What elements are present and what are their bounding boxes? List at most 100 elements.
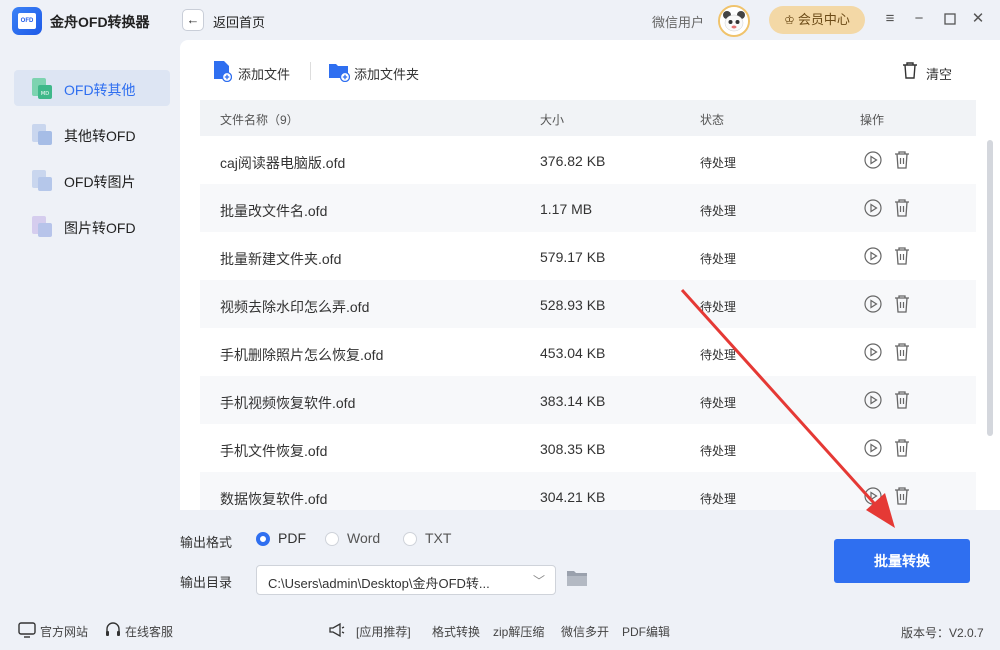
file-name: 数据恢复软件.ofd	[220, 491, 328, 507]
column-header-actions: 操作	[860, 113, 885, 127]
app-title: 金舟OFD转换器	[50, 14, 150, 30]
file-status: 待处理	[700, 204, 737, 218]
headset-icon	[106, 622, 120, 636]
table-row[interactable]: 视频去除水印怎么弄.ofd 528.93 KB 待处理	[200, 280, 976, 328]
minimize-icon[interactable]: −	[909, 9, 929, 29]
user-name[interactable]: 微信用户	[652, 12, 704, 31]
title-bar: OFD 金舟OFD转换器 ← 返回首页 微信用户 ♔ 会员中心 ≡ − ✕	[0, 0, 1000, 40]
delete-icon[interactable]	[893, 198, 911, 218]
sidebar-item-label: OFD转图片	[64, 174, 136, 190]
delete-icon[interactable]	[893, 438, 911, 458]
crown-icon: ♔	[784, 13, 795, 27]
file-name: 批量改文件名.ofd	[220, 203, 328, 219]
delete-icon[interactable]	[893, 294, 911, 314]
file-status: 待处理	[700, 348, 737, 362]
file-size: 308.35 KB	[540, 441, 606, 457]
play-icon[interactable]	[864, 487, 882, 505]
table-row[interactable]: 手机文件恢复.ofd 308.35 KB 待处理	[200, 424, 976, 472]
clear-label: 清空	[926, 67, 953, 82]
file-status: 待处理	[700, 444, 737, 458]
file-name: caj阅读器电脑版.ofd	[220, 155, 346, 171]
format-label-word[interactable]: Word	[347, 530, 380, 546]
play-icon[interactable]	[864, 295, 882, 313]
output-dir-label: 输出目录	[180, 575, 233, 590]
back-home-link[interactable]: 返回首页	[213, 12, 265, 31]
official-site-link[interactable]: 官方网站	[40, 623, 88, 640]
batch-convert-button[interactable]: 批量转换	[834, 539, 970, 583]
table-row[interactable]: 批量新建文件夹.ofd 579.17 KB 待处理	[200, 232, 976, 280]
megaphone-icon	[329, 622, 345, 638]
file-status: 待处理	[700, 492, 737, 506]
chevron-down-icon: ﹀	[533, 574, 546, 588]
format-radio-txt[interactable]	[403, 532, 417, 546]
format-label-txt[interactable]: TXT	[425, 530, 451, 546]
delete-icon[interactable]	[893, 486, 911, 506]
play-icon[interactable]	[864, 151, 882, 169]
scrollbar[interactable]	[987, 140, 993, 436]
delete-icon[interactable]	[893, 246, 911, 266]
table-row[interactable]: 批量改文件名.ofd 1.17 MB 待处理	[200, 184, 976, 232]
footer-link-pdf[interactable]: PDF编辑	[622, 623, 670, 640]
online-service-link[interactable]: 在线客服	[125, 623, 173, 640]
sidebar-item-image-to-ofd[interactable]: 图片转OFD	[14, 208, 170, 244]
app-logo: OFD	[12, 7, 42, 35]
delete-icon[interactable]	[893, 342, 911, 362]
file-name: 手机删除照片怎么恢复.ofd	[220, 347, 384, 363]
close-icon[interactable]: ✕	[968, 9, 988, 29]
file-name: 视频去除水印怎么弄.ofd	[220, 299, 370, 315]
ofd-convert-icon: MD	[32, 78, 52, 99]
format-radio-pdf[interactable]	[256, 532, 270, 546]
sidebar-item-label: OFD转其他	[64, 82, 136, 98]
app-window: OFD 金舟OFD转换器 ← 返回首页 微信用户 ♔ 会员中心 ≡ − ✕ MD…	[0, 0, 1000, 650]
back-arrow-icon[interactable]: ←	[182, 9, 204, 31]
file-convert-icon	[32, 124, 52, 145]
file-size: 376.82 KB	[540, 153, 606, 169]
sidebar-item-label: 其他转OFD	[64, 128, 136, 144]
table-row[interactable]: 手机删除照片怎么恢复.ofd 453.04 KB 待处理	[200, 328, 976, 376]
format-radio-word[interactable]	[325, 532, 339, 546]
sidebar-item-ofd-to-image[interactable]: OFD转图片	[14, 162, 170, 198]
file-list: caj阅读器电脑版.ofd 376.82 KB 待处理 批量改文件名.ofd 1.17 …	[200, 136, 976, 510]
avatar[interactable]	[718, 5, 750, 37]
file-size: 579.17 KB	[540, 249, 606, 265]
sidebar-item-ofd-to-other[interactable]: MD OFD转其他	[14, 70, 170, 106]
format-label-pdf[interactable]: PDF	[278, 530, 306, 546]
file-size: 453.04 KB	[540, 345, 606, 361]
play-icon[interactable]	[864, 343, 882, 361]
delete-icon[interactable]	[893, 150, 911, 170]
footer-link-format[interactable]: 格式转换	[432, 623, 480, 640]
table-row[interactable]: 手机视频恢复软件.ofd 383.14 KB 待处理	[200, 376, 976, 424]
footer: 官方网站 在线客服 [应用推荐] 格式转换 zip解压缩 微信多开 PDF编辑 …	[0, 612, 1000, 650]
footer-link-zip[interactable]: zip解压缩	[493, 623, 544, 640]
sidebar-item-other-to-ofd[interactable]: 其他转OFD	[14, 116, 170, 152]
file-panel: 添加文件 添加文件夹 清空 文件名称（9） 大小 状态 操作 caj阅读器电脑版…	[180, 40, 1000, 510]
file-size: 383.14 KB	[540, 393, 606, 409]
folder-icon[interactable]	[566, 568, 588, 588]
menu-icon[interactable]: ≡	[880, 9, 900, 29]
svg-text:MD: MD	[41, 91, 49, 97]
play-icon[interactable]	[864, 247, 882, 265]
picture-convert-icon	[32, 216, 52, 237]
add-folder-icon	[329, 64, 350, 82]
play-icon[interactable]	[864, 391, 882, 409]
footer-link-wechat[interactable]: 微信多开	[561, 623, 609, 640]
table-row[interactable]: 数据恢复软件.ofd 304.21 KB 待处理	[200, 472, 976, 510]
vip-label: 会员中心	[797, 12, 850, 27]
table-header: 文件名称（9） 大小 状态 操作	[200, 100, 976, 136]
delete-icon[interactable]	[893, 390, 911, 410]
file-name: 批量新建文件夹.ofd	[220, 251, 342, 267]
toolbar-divider	[310, 62, 311, 80]
table-row[interactable]: caj阅读器电脑版.ofd 376.82 KB 待处理	[200, 136, 976, 184]
file-status: 待处理	[700, 396, 737, 410]
sidebar: MD OFD转其他 其他转OFD OFD转图片 图片转OFD	[0, 40, 180, 610]
play-icon[interactable]	[864, 199, 882, 217]
file-status: 待处理	[700, 156, 737, 170]
monitor-icon	[18, 622, 36, 638]
output-dir-select[interactable]: C:\Users\admin\Desktop\金舟OFD转... ﹀	[256, 565, 556, 595]
play-icon[interactable]	[864, 439, 882, 457]
sidebar-item-label: 图片转OFD	[64, 220, 136, 236]
trash-icon	[903, 62, 917, 79]
maximize-icon[interactable]	[940, 9, 960, 29]
file-name: 手机文件恢复.ofd	[220, 443, 328, 459]
vip-center-button[interactable]: ♔ 会员中心	[769, 6, 865, 34]
